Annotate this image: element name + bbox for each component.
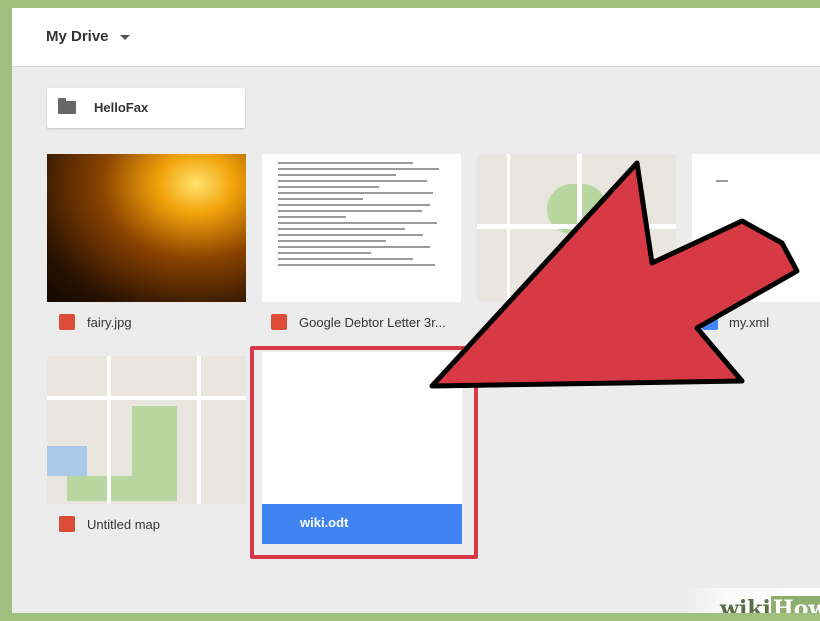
drive-window: My Drive HelloFax fairy.jpg Google Debto… bbox=[12, 8, 820, 613]
wikihow-watermark: wikiHow bbox=[682, 588, 820, 613]
folder-name: HelloFax bbox=[94, 100, 149, 115]
pdf-icon bbox=[271, 314, 287, 330]
fairy-image bbox=[47, 154, 246, 302]
file-name[interactable]: fairy.jpg bbox=[87, 315, 132, 330]
arrow-shape bbox=[429, 160, 800, 389]
arrow-annotation bbox=[429, 160, 800, 389]
file-name-bar[interactable]: wiki.odt bbox=[262, 504, 462, 544]
file-name[interactable]: Untitled map bbox=[87, 517, 160, 532]
watermark-wiki: wiki bbox=[720, 596, 771, 613]
file-thumbnail-fairy[interactable] bbox=[47, 154, 246, 302]
my-drive-dropdown[interactable]: My Drive bbox=[46, 28, 109, 45]
file-thumbnail-untitled-map[interactable] bbox=[47, 356, 246, 504]
map-pin-icon bbox=[59, 516, 75, 532]
image-icon bbox=[59, 314, 75, 330]
watermark-how: How bbox=[770, 596, 820, 613]
map-preview bbox=[47, 356, 246, 504]
folder-icon bbox=[58, 98, 76, 114]
chevron-down-icon[interactable] bbox=[120, 35, 130, 40]
file-name: wiki.odt bbox=[300, 515, 349, 530]
folder-item[interactable]: HelloFax bbox=[47, 88, 245, 128]
top-bar: My Drive bbox=[12, 8, 820, 67]
